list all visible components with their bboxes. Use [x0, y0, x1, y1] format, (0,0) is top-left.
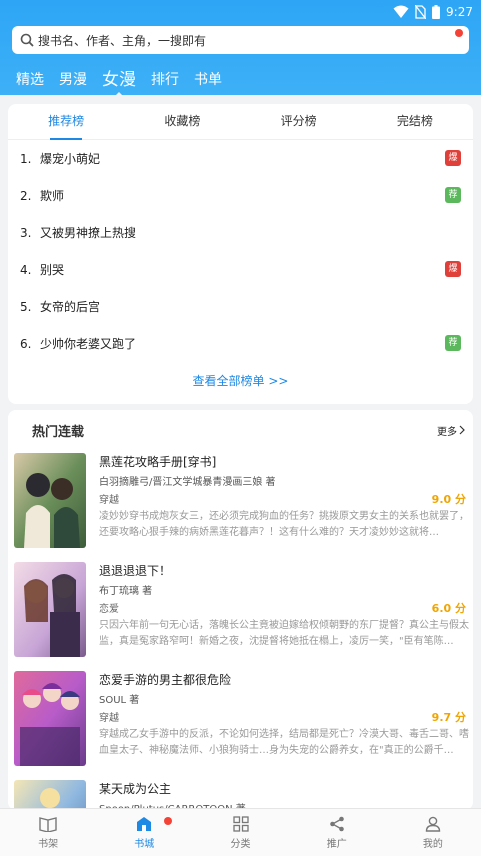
book-info: 恋爱手游的男主都很危险 SOUL 著 穿越 9.7 分 穿越成乙女手游中的反派，… — [99, 671, 470, 766]
book-genre: 恋爱 — [99, 604, 119, 615]
book-info: 退退退退下！ 布丁琉璃 著 恋爱 6.0 分 只因六年前一句无心话，落魄长公主竟… — [99, 562, 470, 657]
view-all-rankings-link[interactable]: 查看全部榜单 >> — [8, 372, 473, 389]
nav-promote[interactable]: 推广 — [289, 809, 385, 856]
rank-title: 别哭 — [40, 263, 65, 277]
store-icon — [137, 816, 152, 831]
hot-badge: 爆 — [445, 150, 461, 166]
book-score: 6.0 分 — [431, 602, 466, 615]
nav-mine[interactable]: 我的 — [385, 809, 481, 856]
book-item[interactable]: 某天成为公主 Spoon/Plutus/CARROTOON 著 — [14, 780, 470, 810]
top-tab-bar: 精选 男漫 女漫 排行 书单 — [16, 64, 237, 98]
ranking-item[interactable]: 6. 少帅你老婆又跑了 荐 — [20, 325, 461, 362]
rank-title: 少帅你老婆又跑了 — [40, 337, 137, 351]
tab-recommend-rank[interactable]: 推荐榜 — [8, 104, 124, 140]
book-cover — [14, 453, 86, 548]
rank-number: 3. — [20, 225, 32, 240]
book-description: 穿越成乙女手游中的反派，不论如何选择，结局都是死亡？冷漠大哥、毒舌二哥、嗜血皇太… — [99, 729, 469, 756]
user-icon — [425, 816, 441, 832]
rank-number: 5. — [20, 299, 32, 314]
nav-label: 分类 — [230, 838, 251, 850]
book-title: 某天成为公主 — [99, 782, 172, 796]
ranking-item[interactable]: 2. 欺师 荐 — [20, 177, 461, 214]
tab-male-comics[interactable]: 男漫 — [59, 68, 87, 92]
recommend-badge: 荐 — [445, 187, 461, 203]
rank-title: 又被男神撩上热搜 — [40, 226, 137, 240]
more-label: 更多 — [437, 426, 457, 438]
tab-rating-rank[interactable]: 评分榜 — [241, 104, 357, 139]
nav-bookshelf[interactable]: 书架 — [0, 809, 96, 856]
ranking-item[interactable]: 4. 别哭 爆 — [20, 251, 461, 288]
book-item[interactable]: 黑莲花攻略手册[穿书] 白羽摘雕弓/晋江文学城暴青漫画三娘 著 穿越 9.0 分… — [14, 453, 470, 548]
book-author: 白羽摘雕弓/晋江文学城暴青漫画三娘 著 — [99, 477, 276, 488]
notification-dot — [455, 29, 463, 37]
book-genre: 穿越 — [99, 713, 119, 724]
hot-badge: 爆 — [445, 261, 461, 277]
hot-serial-header: 热门连载 更多 — [8, 410, 473, 450]
search-icon — [20, 33, 34, 47]
rank-title: 爆宠小萌妃 — [40, 152, 101, 166]
book-score: 9.7 分 — [431, 711, 466, 724]
notification-dot — [164, 817, 173, 825]
ranking-card: 推荐榜 收藏榜 评分榜 完结榜 1. 爆宠小萌妃 爆 2. 欺师 荐 3. 又被… — [8, 104, 473, 404]
rank-number: 6. — [20, 336, 32, 351]
tab-booklist[interactable]: 书单 — [194, 68, 222, 92]
nav-label: 推广 — [326, 838, 347, 850]
book-item[interactable]: 退退退退下！ 布丁琉璃 著 恋爱 6.0 分 只因六年前一句无心话，落魄长公主竟… — [14, 562, 470, 657]
tab-favorite-rank[interactable]: 收藏榜 — [124, 104, 240, 139]
nav-category[interactable]: 分类 — [192, 809, 288, 856]
book-title: 恋爱手游的男主都很危险 — [99, 673, 232, 687]
tab-featured[interactable]: 精选 — [16, 68, 44, 92]
recommend-badge: 荐 — [445, 335, 461, 351]
book-cover — [14, 671, 86, 766]
category-icon — [232, 815, 249, 832]
status-time: 9:27 — [446, 5, 473, 19]
battery-icon — [432, 5, 441, 19]
hot-serial-card: 热门连载 更多 黑莲花攻略手册[穿书] 白羽摘雕弓/晋江文学城暴青漫画三娘 著 … — [8, 410, 473, 810]
no-sim-icon — [415, 5, 427, 19]
rank-number: 2. — [20, 188, 32, 203]
rank-title: 女帝的后宫 — [40, 300, 101, 314]
nav-label: 书架 — [38, 838, 59, 850]
search-placeholder: 搜书名、作者、主角，一搜即有 — [38, 33, 207, 48]
rank-number: 1. — [20, 151, 32, 166]
section-title: 热门连载 — [32, 424, 85, 440]
tab-ranking[interactable]: 排行 — [151, 68, 179, 92]
nav-bookstore[interactable]: 书城 — [96, 809, 192, 856]
book-item[interactable]: 恋爱手游的男主都很危险 SOUL 著 穿越 9.7 分 穿越成乙女手游中的反派，… — [14, 671, 470, 766]
book-genre: 穿越 — [99, 495, 119, 506]
tab-completed-rank[interactable]: 完结榜 — [357, 104, 473, 139]
book-info: 黑莲花攻略手册[穿书] 白羽摘雕弓/晋江文学城暴青漫画三娘 著 穿越 9.0 分… — [99, 453, 470, 548]
share-icon — [329, 816, 344, 831]
wifi-icon — [393, 5, 409, 18]
book-author: 布丁琉璃 著 — [99, 586, 153, 597]
ranking-list: 1. 爆宠小萌妃 爆 2. 欺师 荐 3. 又被男神撩上热搜 4. 别哭 爆 5… — [8, 140, 473, 362]
status-bar: 9:27 — [393, 3, 473, 21]
book-title: 退退退退下！ — [99, 564, 172, 578]
rank-title: 欺师 — [40, 189, 65, 203]
search-bar[interactable]: 搜书名、作者、主角，一搜即有 — [12, 26, 469, 54]
book-description: 只因六年前一句无心话，落魄长公主竟被迫嫁给权倾朝野的东厂提督？真公主与假太监，真… — [99, 620, 469, 647]
book-cover — [14, 562, 86, 657]
nav-label: 我的 — [422, 838, 443, 850]
bottom-nav: 书架 书城 分类 推广 我的 — [0, 808, 481, 856]
ranking-item[interactable]: 1. 爆宠小萌妃 爆 — [20, 140, 461, 177]
book-score: 9.0 分 — [431, 493, 466, 506]
book-cover — [14, 780, 86, 810]
book-info: 某天成为公主 Spoon/Plutus/CARROTOON 著 — [99, 780, 470, 810]
bookshelf-icon — [39, 816, 57, 832]
more-link[interactable]: 更多 — [437, 423, 465, 438]
book-description: 凌妙妙穿书成炮灰女三，还必须完成狗血的任务？挑拨原文男女主的关系也就罢了，还要攻… — [99, 511, 469, 538]
chevron-right-icon — [459, 425, 465, 435]
nav-label: 书城 — [134, 838, 155, 850]
book-title: 黑莲花攻略手册[穿书] — [99, 455, 217, 469]
ranking-item[interactable]: 3. 又被男神撩上热搜 — [20, 214, 461, 251]
book-author: SOUL 著 — [99, 695, 140, 706]
ranking-tabs: 推荐榜 收藏榜 评分榜 完结榜 — [8, 104, 473, 140]
tab-female-comics[interactable]: 女漫 — [102, 68, 136, 98]
header: 9:27 搜书名、作者、主角，一搜即有 精选 男漫 女漫 排行 书单 — [0, 0, 481, 98]
rank-number: 4. — [20, 262, 32, 277]
ranking-item[interactable]: 5. 女帝的后宫 — [20, 288, 461, 325]
